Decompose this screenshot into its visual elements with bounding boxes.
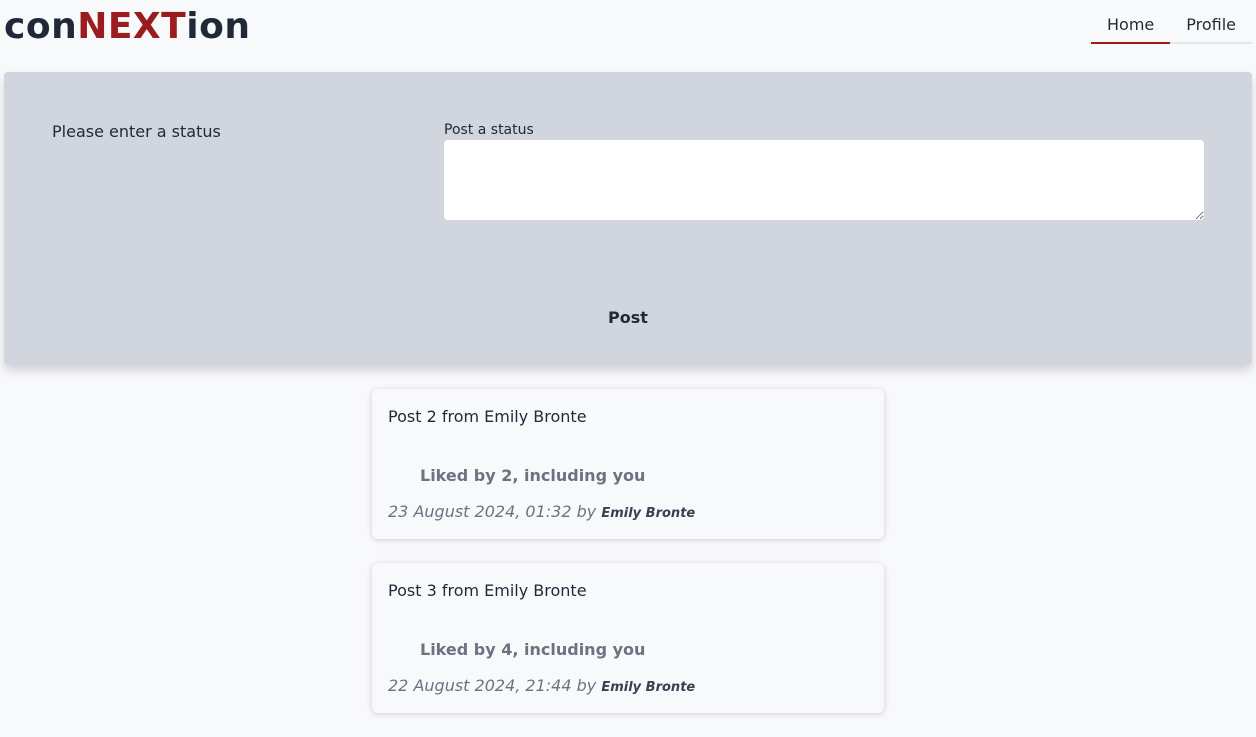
post-meta: 22 August 2024, 21:44 by Emily Bronte xyxy=(388,676,695,695)
post-by: by xyxy=(576,676,597,695)
post-feed: Post 2 from Emily Bronte Liked by 2, inc… xyxy=(372,389,884,737)
status-composer: Please enter a status Post a status Post xyxy=(4,72,1252,365)
post-card: Post 3 from Emily Bronte Liked by 4, inc… xyxy=(372,563,884,713)
post-author[interactable]: Emily Bronte xyxy=(601,680,695,695)
tab-profile[interactable]: Profile xyxy=(1170,8,1252,44)
logo-accent: NEXT xyxy=(77,6,187,47)
like-summary[interactable]: Liked by 4, including you xyxy=(420,640,645,659)
status-input[interactable] xyxy=(444,140,1204,220)
post-card: Post 2 from Emily Bronte Liked by 2, inc… xyxy=(372,389,884,539)
app-logo[interactable]: conNEXTion xyxy=(4,6,250,47)
top-nav: Home Profile xyxy=(1091,8,1252,44)
logo-suffix: ion xyxy=(186,6,251,47)
post-author[interactable]: Emily Bronte xyxy=(601,506,695,521)
post-timestamp: 23 August 2024, 01:32 xyxy=(388,502,572,521)
post-meta: 23 August 2024, 01:32 by Emily Bronte xyxy=(388,502,695,521)
tab-home[interactable]: Home xyxy=(1091,8,1171,44)
status-field-label: Post a status xyxy=(444,122,534,138)
header: conNEXTion Home Profile xyxy=(0,0,1256,60)
status-prompt-message: Please enter a status xyxy=(52,122,221,141)
logo-prefix: con xyxy=(4,6,78,47)
post-text: Post 3 from Emily Bronte xyxy=(388,581,587,600)
post-by: by xyxy=(576,502,597,521)
post-text: Post 2 from Emily Bronte xyxy=(388,407,587,426)
post-button[interactable]: Post xyxy=(578,302,678,332)
post-timestamp: 22 August 2024, 21:44 xyxy=(388,676,572,695)
like-summary[interactable]: Liked by 2, including you xyxy=(420,466,645,485)
